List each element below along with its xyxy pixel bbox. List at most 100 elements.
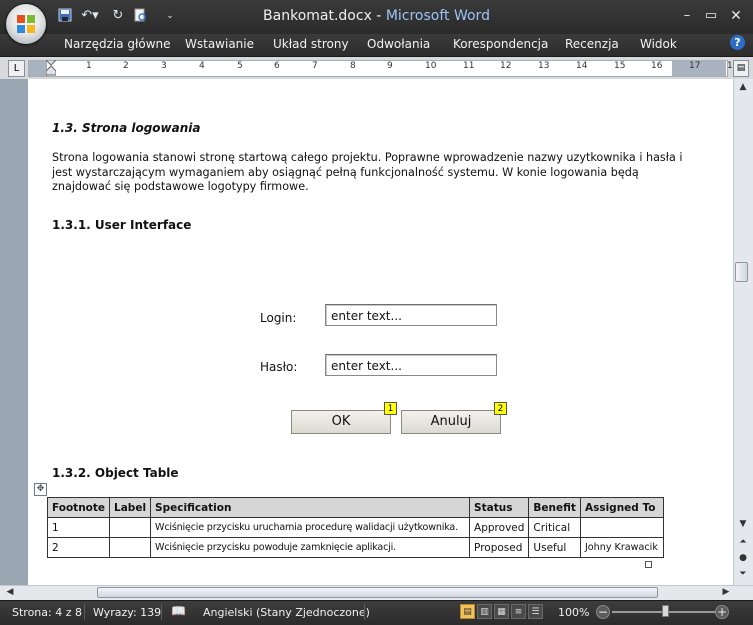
ruler-number: 11 xyxy=(463,61,475,71)
title-separator: - xyxy=(371,8,386,24)
intro-paragraph: Strona logowania stanowi stronę startową… xyxy=(52,151,683,193)
maximize-icon[interactable]: ▭ xyxy=(698,6,724,26)
cell-assigned-to[interactable]: Johny Krawacik xyxy=(579,537,664,558)
status-separator xyxy=(84,604,85,620)
scroll-left-icon[interactable]: ◀ xyxy=(0,585,20,600)
document-name: Bankomat.docx xyxy=(263,8,372,24)
header-benefit: Benefit xyxy=(528,497,581,518)
table-move-handle-icon[interactable]: ✥ xyxy=(34,483,47,496)
browse-object-icon[interactable]: ● xyxy=(733,550,753,566)
full-screen-reading-icon[interactable]: ▥ xyxy=(477,604,492,619)
ruler-number: 5 xyxy=(237,61,243,71)
cell-label[interactable] xyxy=(109,537,152,558)
ruler-number: 13 xyxy=(538,61,550,71)
scroll-up-icon[interactable]: ▲ xyxy=(733,79,753,95)
ruler-number: 4 xyxy=(199,61,205,71)
cell-benefit[interactable]: Useful xyxy=(528,537,581,558)
proofing-icon[interactable]: 📖 xyxy=(171,604,186,618)
status-separator xyxy=(364,604,365,620)
tab-review[interactable]: Recenzja xyxy=(565,34,619,56)
table-heading: 1.3.2. Object Table xyxy=(52,466,179,480)
tab-selector-icon[interactable]: L xyxy=(8,60,25,77)
password-label: Hasło: xyxy=(260,360,298,374)
cell-assigned-to[interactable] xyxy=(579,517,664,538)
ui-heading: 1.3.1. User Interface xyxy=(52,218,192,232)
header-assigned-to: Assigned To xyxy=(579,497,664,518)
undo-icon[interactable]: ↶▾ xyxy=(79,8,101,24)
save-icon[interactable] xyxy=(57,8,73,24)
table-resize-handle-icon[interactable] xyxy=(645,561,652,568)
help-icon[interactable]: ? xyxy=(730,35,745,50)
vertical-scroll-thumb[interactable] xyxy=(735,262,748,282)
cell-specification[interactable]: Wciśnięcie przycisku uruchamia procedurę… xyxy=(150,517,471,538)
close-icon[interactable]: ✕ xyxy=(723,6,749,26)
ruler-number: 2 xyxy=(123,61,129,71)
cancel-button[interactable]: Anuluj xyxy=(401,410,501,434)
section-heading: 1.3. Strona logowania xyxy=(52,121,201,135)
cell-status[interactable]: Approved xyxy=(469,517,530,538)
ok-button[interactable]: OK xyxy=(291,410,391,434)
zoom-in-icon[interactable]: + xyxy=(715,605,729,619)
tab-home[interactable]: Narzędzia główne xyxy=(64,34,171,56)
vertical-scrollbar[interactable] xyxy=(733,79,753,585)
print-preview-icon[interactable] xyxy=(132,8,148,24)
cell-footnote[interactable]: 1 xyxy=(46,517,111,538)
ruler-number: 7 xyxy=(312,61,318,71)
login-label: Login: xyxy=(260,311,297,325)
language[interactable]: Angielski (Stany Zjednoczone) xyxy=(203,606,370,619)
horizontal-scroll-thumb[interactable] xyxy=(97,587,658,598)
page-info[interactable]: Strona: 4 z 8 xyxy=(12,606,82,619)
tab-insert[interactable]: Wstawianie xyxy=(185,34,254,56)
zoom-level[interactable]: 100% xyxy=(558,606,589,619)
cell-status[interactable]: Proposed xyxy=(469,537,530,558)
tab-references[interactable]: Odwołania xyxy=(367,34,430,56)
ruler-number: 16 xyxy=(651,61,663,71)
status-separator xyxy=(161,604,162,620)
tab-view[interactable]: Widok xyxy=(640,34,677,56)
table-header-row: Footnote Label Specification Status Bene… xyxy=(46,497,664,518)
cell-label[interactable] xyxy=(109,517,152,538)
redo-icon[interactable]: ↻ xyxy=(110,8,126,24)
table-row: 1 Wciśnięcie przycisku uruchamia procedu… xyxy=(46,517,664,538)
tab-mailings[interactable]: Korespondencja xyxy=(453,34,548,56)
scroll-down-icon[interactable]: ▼ xyxy=(733,516,753,532)
tab-page-layout[interactable]: Układ strony xyxy=(273,34,349,56)
table-row: 2 Wciśnięcie przycisku powoduje zamknięc… xyxy=(46,537,664,558)
ruler-number: 6 xyxy=(274,61,280,71)
scroll-right-icon[interactable]: ▶ xyxy=(716,585,736,600)
draft-view-icon[interactable]: ☰ xyxy=(528,604,543,619)
ruler-number: 14 xyxy=(576,61,588,71)
previous-page-icon[interactable]: ⏶ xyxy=(733,534,753,550)
header-status: Status xyxy=(469,497,530,518)
zoom-out-icon[interactable]: − xyxy=(596,605,610,619)
view-ruler-icon[interactable]: ▤ xyxy=(733,60,749,77)
ok-footnote-badge: 1 xyxy=(384,402,397,415)
web-layout-icon[interactable]: ▦ xyxy=(494,604,509,619)
word-count[interactable]: Wyrazy: 139 xyxy=(93,606,161,619)
header-label: Label xyxy=(109,497,152,518)
ruler-number: 17 xyxy=(689,61,701,71)
cell-benefit[interactable]: Critical xyxy=(528,517,581,538)
app-name: Microsoft Word xyxy=(385,8,490,24)
office-logo-icon xyxy=(17,15,35,33)
office-button[interactable] xyxy=(6,4,46,44)
header-specification: Specification xyxy=(150,497,471,518)
ruler-number: 3 xyxy=(161,61,167,71)
indent-marker-icon[interactable] xyxy=(44,59,58,80)
ruler-number: 8 xyxy=(350,61,356,71)
customize-icon[interactable]: ⌄ xyxy=(162,8,178,24)
cell-specification[interactable]: Wciśnięcie przycisku powoduje zamknięcie… xyxy=(150,537,471,558)
login-field[interactable]: enter text... xyxy=(325,304,497,326)
print-layout-view-icon[interactable]: ▤ xyxy=(460,604,475,619)
next-page-icon[interactable]: ⏷ xyxy=(733,566,753,582)
outline-view-icon[interactable]: ≡ xyxy=(511,604,526,619)
object-table: Footnote Label Specification Status Bene… xyxy=(46,497,664,558)
cell-footnote[interactable]: 2 xyxy=(46,537,111,558)
header-footnote: Footnote xyxy=(46,497,111,518)
ruler-number: 12 xyxy=(500,61,512,71)
password-field[interactable]: enter text... xyxy=(325,354,497,376)
ruler-number: 10 xyxy=(425,61,437,71)
cancel-footnote-badge: 2 xyxy=(494,402,507,415)
minimize-icon[interactable]: – xyxy=(674,6,700,26)
zoom-slider-thumb[interactable] xyxy=(662,605,669,617)
